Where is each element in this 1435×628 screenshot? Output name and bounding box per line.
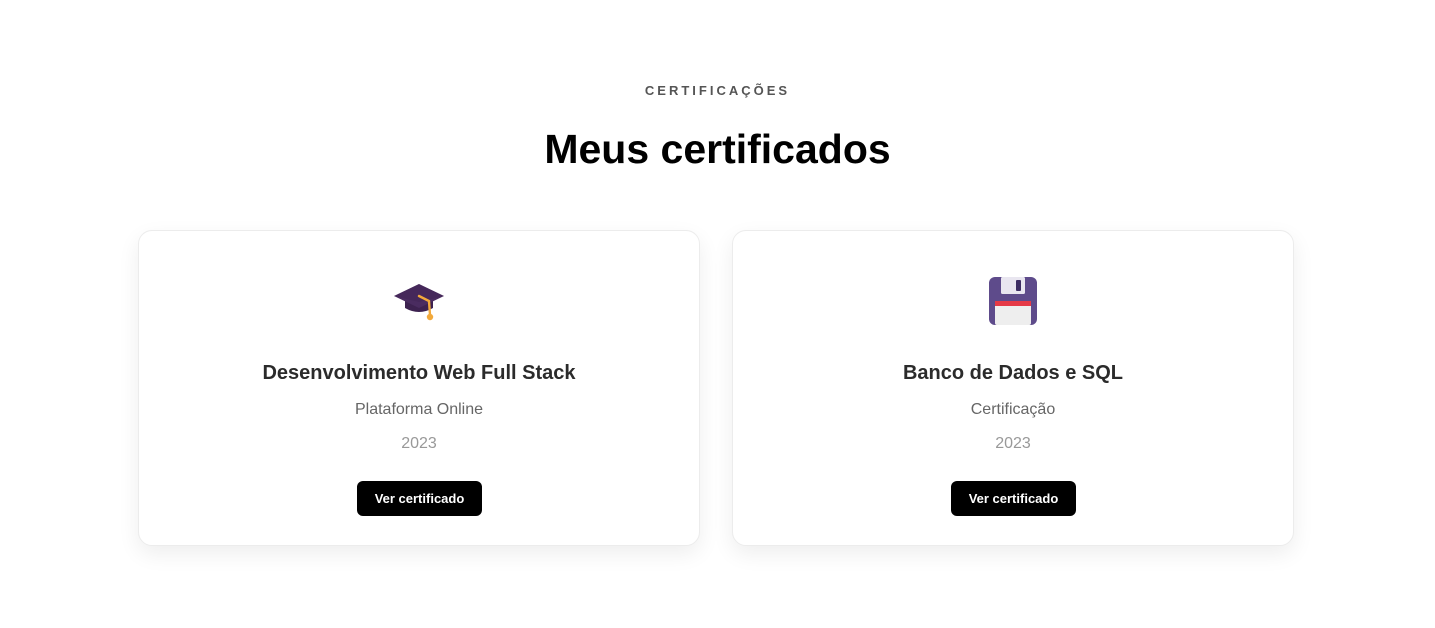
certificate-title: Desenvolvimento Web Full Stack (262, 362, 576, 384)
certificate-title: Banco de Dados e SQL (902, 362, 1124, 384)
section-eyebrow: CERTIFICAÇÕES (644, 83, 791, 98)
certificate-card: Desenvolvimento Web Full Stack Plataform… (138, 230, 700, 546)
certificates-list: Desenvolvimento Web Full Stack Plataform… (138, 230, 1294, 546)
certifications-section: CERTIFICAÇÕES Meus certificados Desenvol… (0, 0, 1435, 628)
certificate-issuer: Certificação (970, 401, 1056, 418)
certificate-year: 2023 (995, 435, 1031, 452)
certificate-card: Banco de Dados e SQL Certificação 2023 V… (732, 230, 1294, 546)
view-certificate-button[interactable]: Ver certificado (951, 481, 1076, 516)
graduation-cap-icon (393, 275, 445, 327)
section-title: Meus certificados (544, 126, 891, 172)
certificate-issuer: Plataforma Online (354, 401, 484, 418)
certificate-year: 2023 (401, 435, 437, 452)
view-certificate-button[interactable]: Ver certificado (357, 481, 482, 516)
floppy-disk-icon (987, 275, 1039, 327)
